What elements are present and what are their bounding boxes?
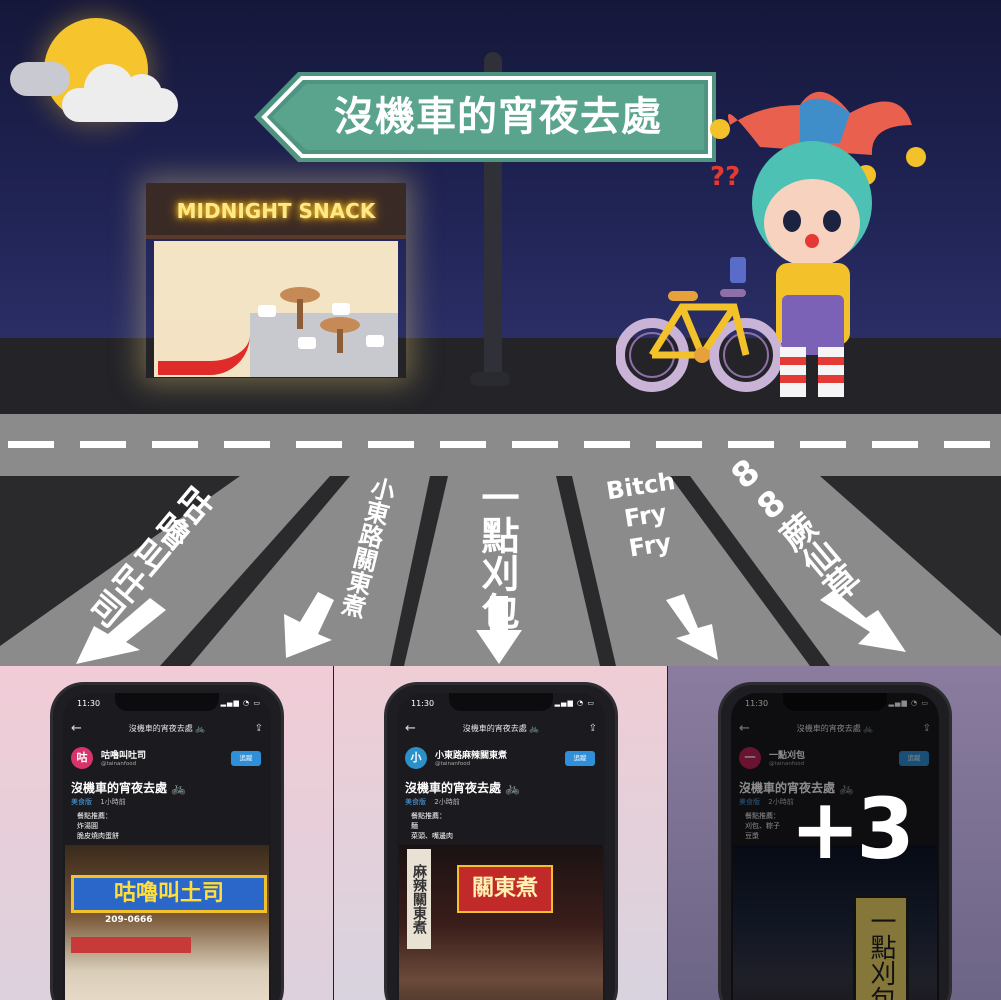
table-leg: [297, 299, 303, 329]
post-time: 1小時前: [100, 798, 126, 806]
shop-counter: [158, 321, 250, 375]
sign-title: 沒機車的宵夜去處: [334, 94, 662, 140]
lane-dash: [152, 441, 198, 448]
stool-icon: [366, 335, 384, 347]
sign-pole-base: [470, 372, 510, 386]
shop-signboard: 關東煮: [457, 865, 553, 913]
illustration: 沒機車的宵夜去處 MIDNIGHT SNACK ?? 咕嚕叫吐司 小東路關東煮 …: [0, 0, 1001, 1000]
post-time: 2小時前: [434, 798, 460, 806]
lane-dash: [728, 441, 774, 448]
author-row: 咕 咕嚕叫吐司 @tainanfood 追蹤: [71, 747, 263, 771]
post-preview-panel: 11:30 ▂▄▆ ◔ ▭ ← 沒機車的宵夜去處 🚲 ⇪ 小 小東路麻辣關東煮 …: [334, 666, 667, 1000]
shop-name: MIDNIGHT SNACK: [176, 199, 376, 223]
stool-icon: [258, 305, 276, 317]
shop-interior: [154, 241, 398, 377]
recommend-item: 脆皮燒肉蛋餅: [77, 832, 119, 840]
post-meta: 美食版 1小時前: [71, 797, 126, 807]
lane-dash: [872, 441, 918, 448]
recommend-label: 餐點推薦：: [411, 812, 446, 820]
lane-dash: [224, 441, 270, 448]
lane-dash: [296, 441, 342, 448]
avatar[interactable]: 咕: [71, 747, 93, 769]
author-handle: @tainanfood: [101, 761, 137, 767]
recommend-label: 餐點推薦：: [77, 812, 112, 820]
post-title: 沒機車的宵夜去處 🚲: [405, 781, 521, 795]
post-meta: 美食版 2小時前: [405, 797, 460, 807]
phone-screen: 11:30 ▂▄▆ ◔ ▭ ← 沒機車的宵夜去處 🚲 ⇪ 咕 咕嚕叫吐司 @ta…: [63, 693, 271, 1000]
signal-wifi-battery-icon: ▂▄▆ ◔ ▭: [554, 699, 595, 707]
author-name[interactable]: 小東路麻辣關東煮: [435, 748, 507, 761]
phone-frame: 11:30 ▂▄▆ ◔ ▭ ← 沒機車的宵夜去處 🚲 ⇪ 咕 咕嚕叫吐司 @ta…: [50, 682, 284, 1000]
stool-icon: [298, 337, 316, 349]
shop-signboard: 咕嚕叫土司: [71, 875, 267, 913]
lane-label-guabao: 一點刈包: [475, 478, 519, 630]
post-category[interactable]: 美食版: [405, 798, 426, 806]
status-time: 11:30: [77, 699, 101, 708]
lane-dash: [8, 441, 54, 448]
post-photo: 麻辣關東煮 關東煮: [399, 845, 603, 1000]
cloud-icon: [62, 64, 178, 122]
share-icon[interactable]: ⇪: [589, 719, 597, 739]
post-photo: 咕嚕叫土司 209-0666: [65, 845, 269, 1000]
back-arrow-icon[interactable]: ←: [71, 719, 82, 739]
table-leg: [337, 329, 343, 353]
cloud-icon: [10, 62, 70, 96]
post-nav-bar: ← 沒機車的宵夜去處 🚲 ⇪: [397, 719, 605, 739]
shop-phone-number: 209-0666: [105, 915, 153, 925]
lane-dash: [80, 441, 126, 448]
status-time: 11:30: [411, 699, 435, 708]
lane-dash: [944, 441, 990, 448]
follow-button[interactable]: 追蹤: [565, 751, 595, 766]
status-bar: 11:30 ▂▄▆ ◔ ▭: [411, 699, 595, 713]
lane-dash: [584, 441, 630, 448]
side-signboard: 麻辣關東煮: [407, 849, 431, 949]
lane-dash: [512, 441, 558, 448]
author-handle: @tainanfood: [435, 761, 471, 767]
road-crossing: [0, 414, 1001, 476]
phone-screen: 11:30 ▂▄▆ ◔ ▭ ← 沒機車的宵夜去處 🚲 ⇪ 小 小東路麻辣關東煮 …: [397, 693, 605, 1000]
post-title: 沒機車的宵夜去處 🚲: [71, 781, 187, 795]
recommend-item: 麵: [411, 822, 418, 830]
lane-label-bitch-fry-fry: Bitch Fry Fry: [584, 463, 707, 569]
stool-icon: [332, 303, 350, 315]
midnight-snack-shop: MIDNIGHT SNACK: [146, 183, 406, 378]
lane-dash: [800, 441, 846, 448]
recommend-item: 菜頭、嘴邊肉: [411, 832, 453, 840]
recommend-item: 炸湯圓: [77, 822, 98, 830]
post-body: 餐點推薦： 麵 菜頭、嘴邊肉: [411, 811, 453, 841]
post-body: 餐點推薦： 炸湯圓 脆皮燒肉蛋餅: [77, 811, 119, 841]
nav-title: 沒機車的宵夜去處 🚲: [462, 724, 540, 733]
author-name[interactable]: 咕嚕叫吐司: [101, 748, 146, 761]
jester-character: ??: [710, 91, 926, 397]
phone-frame: 11:30 ▂▄▆ ◔ ▭ ← 沒機車的宵夜去處 🚲 ⇪ 小 小東路麻辣關東煮 …: [384, 682, 618, 1000]
author-row: 小 小東路麻辣關東煮 @tainanfood 追蹤: [405, 747, 597, 771]
avatar[interactable]: 小: [405, 747, 427, 769]
post-category[interactable]: 美食版: [71, 798, 92, 806]
lane-dash: [656, 441, 702, 448]
lane-dash: [440, 441, 486, 448]
nav-title: 沒機車的宵夜去處 🚲: [128, 724, 206, 733]
post-preview-panel: 11:30 ▂▄▆ ◔ ▭ ← 沒機車的宵夜去處 🚲 ⇪ 咕 咕嚕叫吐司 @ta…: [0, 666, 333, 1000]
follow-button[interactable]: 追蹤: [231, 751, 261, 766]
shop-banner: [71, 937, 191, 953]
share-icon[interactable]: ⇪: [255, 719, 263, 739]
svg-text:??: ??: [710, 162, 740, 192]
signal-wifi-battery-icon: ▂▄▆ ◔ ▭: [220, 699, 261, 707]
status-bar: 11:30 ▂▄▆ ◔ ▭: [77, 699, 261, 713]
more-posts-count[interactable]: +3: [790, 780, 915, 878]
back-arrow-icon[interactable]: ←: [405, 719, 416, 739]
post-nav-bar: ← 沒機車的宵夜去處 🚲 ⇪: [63, 719, 271, 739]
lane-dash: [368, 441, 414, 448]
